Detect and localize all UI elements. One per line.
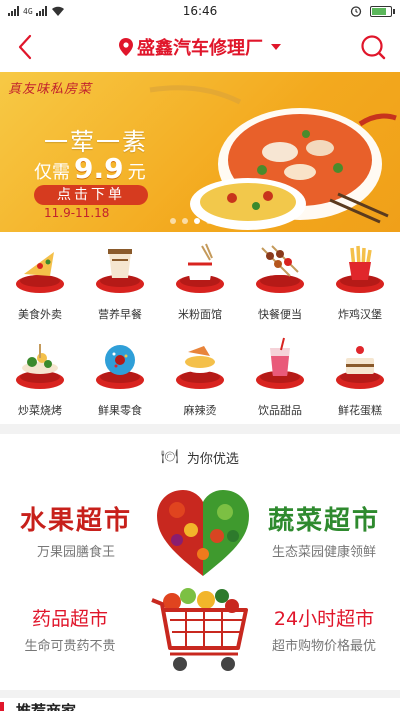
category-label: 鲜果零食 xyxy=(98,404,142,417)
promo-banner[interactable]: 真友味私房菜 一荤一素 仅需 9.9 元 点击下单 11.9-11.18 xyxy=(0,72,400,232)
recommended-section-header: 推荐商家 xyxy=(0,698,400,711)
carousel-dot[interactable] xyxy=(170,218,176,224)
status-bar: 4G 16:46 xyxy=(0,0,400,22)
alarm-icon xyxy=(350,6,362,17)
network-type: 4G xyxy=(23,6,33,16)
category-item[interactable]: 营养早餐 xyxy=(80,232,160,328)
pizza-icon xyxy=(10,238,70,296)
hotpot-icon xyxy=(170,334,230,392)
battery-level xyxy=(372,7,386,15)
drug-market-card[interactable]: 药品超市 生命可贵药不贵 xyxy=(14,604,126,654)
search-icon[interactable] xyxy=(360,34,386,60)
accent-bar xyxy=(0,702,4,711)
recommended-title: 推荐商家 xyxy=(16,702,77,711)
location-selector[interactable]: 盛鑫汽车修理厂 xyxy=(119,34,281,60)
banner-date: 11.9-11.18 xyxy=(44,206,110,220)
category-item[interactable]: 美食外卖 xyxy=(0,232,80,328)
section-title: 为你优选 xyxy=(186,451,239,467)
banner-price-row: 仅需 9.9 元 xyxy=(34,152,146,185)
fries-icon xyxy=(330,238,390,296)
24h-market-card[interactable]: 24小时超市 超市购物价格最优 xyxy=(262,604,386,654)
category-item[interactable]: 快餐便当 xyxy=(240,232,320,328)
carousel-dot[interactable] xyxy=(182,218,188,224)
category-item[interactable]: 饮品甜品 xyxy=(240,328,320,424)
category-label: 鲜花蛋糕 xyxy=(338,404,382,417)
category-item[interactable]: 麻辣烫 xyxy=(160,328,240,424)
cake-icon xyxy=(330,334,390,392)
category-label: 美食外卖 xyxy=(18,308,62,321)
fruit-market-title: 水果超市 xyxy=(19,506,132,536)
donut-icon xyxy=(90,334,150,392)
fruit-market-subtitle: 万果园膳食王 xyxy=(36,545,115,560)
24h-market-title: 24小时超市 xyxy=(273,608,375,630)
category-item[interactable]: 炒菜烧烤 xyxy=(0,328,80,424)
category-label: 营养早餐 xyxy=(98,308,142,321)
wifi-icon xyxy=(51,6,64,16)
price-prefix: 仅需 xyxy=(34,162,70,183)
carousel-dot[interactable] xyxy=(194,218,200,224)
signal-icon-2 xyxy=(35,6,48,16)
category-label: 米粉面馆 xyxy=(178,308,222,321)
chevron-down-icon xyxy=(271,44,281,50)
top-nav: 盛鑫汽车修理厂 xyxy=(0,22,400,72)
veg-market-title: 蔬菜超市 xyxy=(267,506,380,536)
carousel-dot[interactable] xyxy=(206,218,212,224)
category-label: 快餐便当 xyxy=(258,308,302,321)
drug-market-title: 药品超市 xyxy=(31,608,108,630)
shopping-cart-icon xyxy=(151,588,248,671)
cutlery-icon: 🍽 xyxy=(161,449,179,465)
category-item[interactable]: 米粉面馆 xyxy=(160,232,240,328)
category-label: 麻辣烫 xyxy=(183,404,217,417)
signal-icon xyxy=(8,6,20,16)
skewer-icon xyxy=(250,238,310,296)
location-name: 盛鑫汽车修理厂 xyxy=(137,38,263,59)
veg-market-card[interactable]: 蔬菜超市 生态菜园健康领鲜 xyxy=(262,500,386,560)
coffee-cup-icon xyxy=(90,238,150,296)
category-label: 炒菜烧烤 xyxy=(18,404,62,417)
category-label: 饮品甜品 xyxy=(258,404,302,417)
veg-market-subtitle: 生态菜园健康领鲜 xyxy=(271,545,376,560)
banner-tag: 真友味私房菜 xyxy=(8,82,93,97)
back-arrow-icon[interactable] xyxy=(14,34,38,60)
fruit-veg-heart-icon xyxy=(157,490,249,576)
category-item[interactable]: 炸鸡汉堡 xyxy=(320,232,400,328)
bbq-icon xyxy=(10,334,70,392)
signal-indicators: 4G xyxy=(8,6,65,17)
market-panel: 水果超市 万果园膳食王 蔬菜超市 生态菜园健康领鲜 药品超市 生命可贵药不贵 2… xyxy=(0,480,400,690)
battery-icon xyxy=(370,5,395,17)
price-unit: 元 xyxy=(127,162,146,183)
category-item[interactable]: 鲜果零食 xyxy=(80,328,160,424)
price-value: 9.9 xyxy=(74,152,124,185)
category-grid: 美食外卖 营养早餐 米粉面馆 快餐便当 炸鸡汉堡炒菜烧烤 鲜果零食 麻辣烫 饮品甜品 鲜花蛋糕 xyxy=(0,232,400,424)
noodle-box-icon xyxy=(170,238,230,296)
drug-market-subtitle: 生命可贵药不贵 xyxy=(24,639,116,654)
category-item[interactable]: 鲜花蛋糕 xyxy=(320,328,400,424)
location-pin-icon xyxy=(119,38,133,56)
section-header: 🍽 为你优选 xyxy=(0,434,400,480)
order-button[interactable]: 点击下单 xyxy=(34,185,148,205)
category-label: 炸鸡汉堡 xyxy=(338,308,382,321)
fruit-market-card[interactable]: 水果超市 万果园膳食王 xyxy=(16,500,136,560)
24h-market-subtitle: 超市购物价格最优 xyxy=(271,639,376,654)
drink-icon xyxy=(250,334,310,392)
carousel-indicator[interactable] xyxy=(170,218,212,224)
